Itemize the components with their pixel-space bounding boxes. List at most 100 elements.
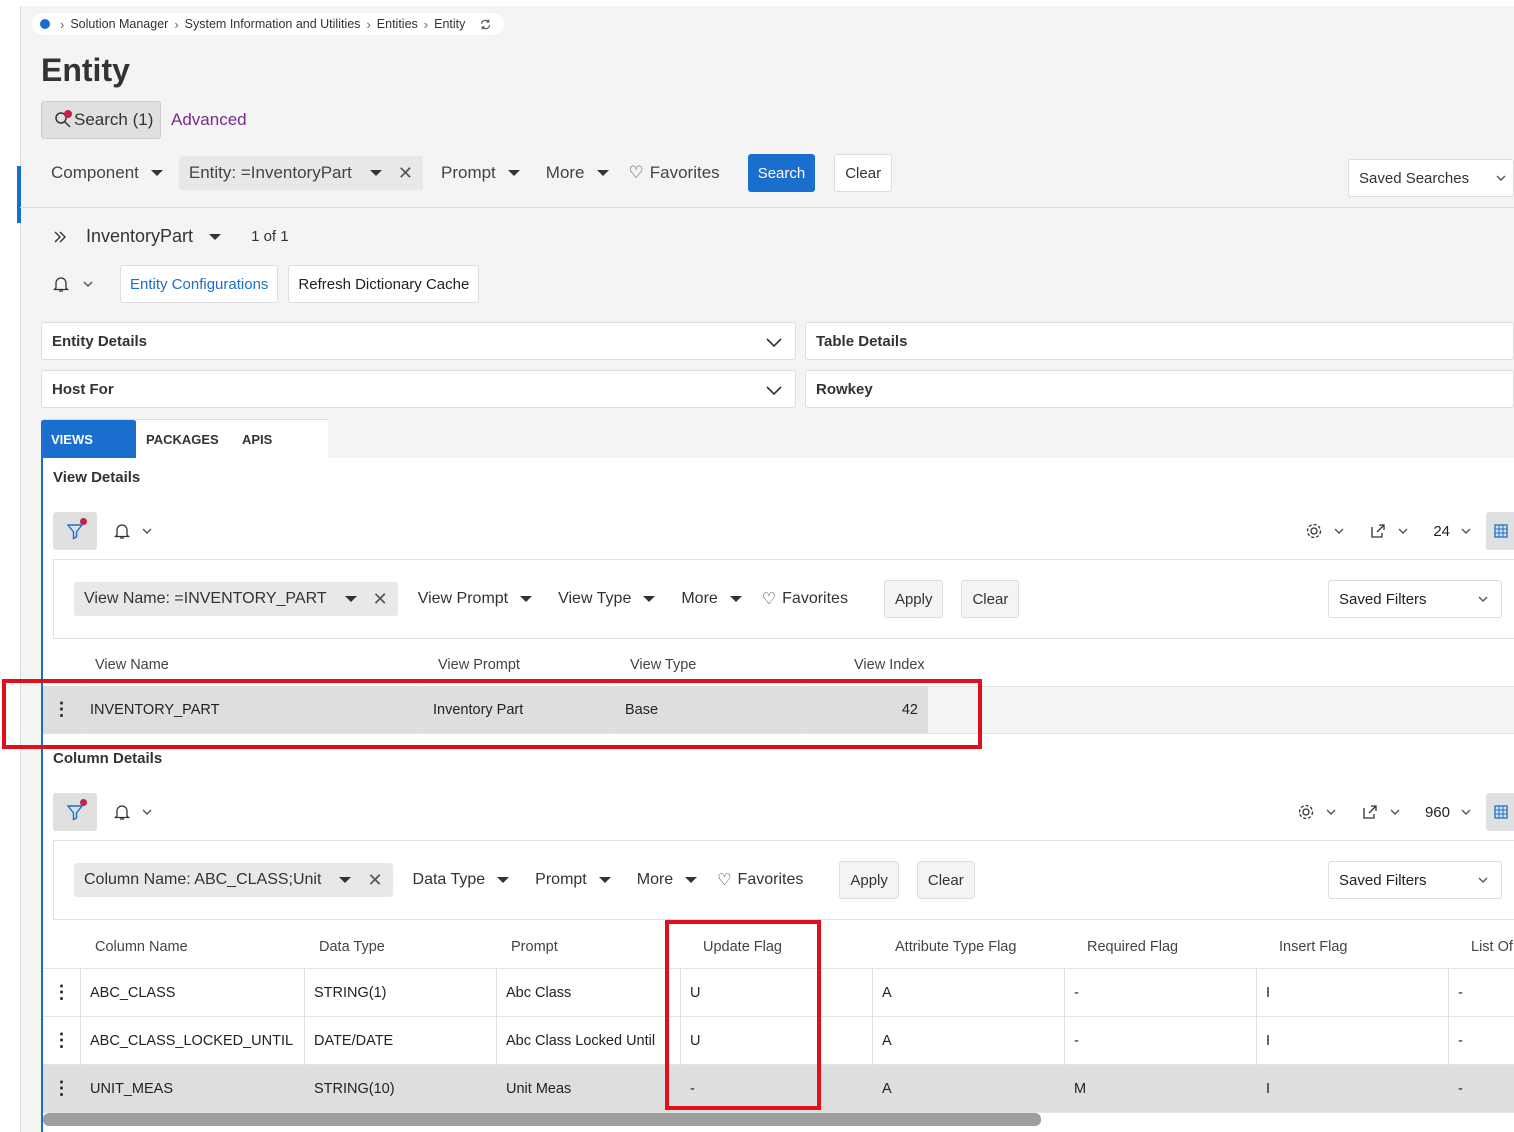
page-size-select[interactable]: 960 xyxy=(1425,804,1472,821)
settings-menu[interactable] xyxy=(1305,522,1345,540)
active-filter-badge xyxy=(64,110,72,118)
tab-bar: VIEWS PACKAGES APIS xyxy=(41,419,328,459)
close-icon[interactable]: ✕ xyxy=(373,589,388,610)
export-menu[interactable] xyxy=(1361,803,1401,821)
view-favorites-label: Favorites xyxy=(782,590,848,607)
refresh-icon[interactable] xyxy=(479,18,492,31)
row-menu-icon[interactable]: ⋮ xyxy=(43,1016,81,1065)
cell-prompt: Unit Meas xyxy=(497,1064,681,1113)
host-for-group[interactable]: Host For xyxy=(41,370,796,408)
more-filter[interactable]: More xyxy=(536,156,619,190)
saved-searches-select[interactable]: Saved Searches xyxy=(1348,159,1514,197)
entity-filter-chip[interactable]: Entity: =InventoryPart ✕ xyxy=(178,156,423,190)
advanced-tab[interactable]: Advanced xyxy=(171,110,247,130)
col-insert-flag[interactable]: Insert Flag xyxy=(1273,939,1465,955)
prompt-filter[interactable]: Prompt xyxy=(431,156,530,190)
search-tab[interactable]: Search (1) xyxy=(41,101,161,139)
column-clear-button[interactable]: Clear xyxy=(916,861,975,899)
caret-down-icon[interactable] xyxy=(209,233,222,240)
column-saved-filters-select[interactable]: Saved Filters xyxy=(1328,861,1502,899)
home-dot-icon[interactable] xyxy=(40,19,50,29)
bell-icon xyxy=(52,275,70,293)
data-type-filter[interactable]: Data Type xyxy=(403,863,520,897)
column-name-filter-chip[interactable]: Column Name: ABC_CLASS;Unit ✕ xyxy=(74,863,393,897)
tab-views[interactable]: VIEWS xyxy=(41,419,136,459)
col-view-prompt[interactable]: View Prompt xyxy=(432,657,624,673)
view-prompt-filter[interactable]: View Prompt xyxy=(408,582,542,616)
export-menu[interactable] xyxy=(1369,522,1409,540)
chevron-down-icon xyxy=(82,278,94,290)
view-details-title: View Details xyxy=(53,469,141,486)
view-favorites[interactable]: ♡ Favorites xyxy=(752,582,858,616)
col-view-type[interactable]: View Type xyxy=(624,657,848,673)
breadcrumb-system-info[interactable]: System Information and Utilities xyxy=(185,17,361,31)
column-apply-button[interactable]: Apply xyxy=(839,861,899,899)
view-type-filter[interactable]: View Type xyxy=(548,582,665,616)
view-saved-filters-select[interactable]: Saved Filters xyxy=(1328,580,1502,618)
breadcrumb-solution-manager[interactable]: Solution Manager xyxy=(70,17,168,31)
notification-menu[interactable] xyxy=(52,275,110,293)
caret-down-icon xyxy=(598,877,611,883)
refresh-dictionary-cache-button[interactable]: Refresh Dictionary Cache xyxy=(288,265,480,303)
table-details-group[interactable]: Table Details xyxy=(805,322,1514,360)
header-spacer xyxy=(43,657,89,673)
view-notification-menu[interactable] xyxy=(113,522,153,540)
view-name-filter-chip[interactable]: View Name: =INVENTORY_PART ✕ xyxy=(74,582,398,616)
cell-column-name: ABC_CLASS xyxy=(81,968,305,1017)
caret-down-icon xyxy=(520,596,533,602)
filter-toggle-button[interactable] xyxy=(53,512,97,550)
settings-menu[interactable] xyxy=(1297,803,1337,821)
col-column-name[interactable]: Column Name xyxy=(89,939,313,955)
close-icon[interactable]: ✕ xyxy=(398,163,413,184)
record-count: 1 of 1 xyxy=(251,228,289,245)
cell-attribute-type-flag: A xyxy=(873,1064,1065,1113)
col-view-index[interactable]: View Index xyxy=(848,657,968,673)
chevron-down-icon xyxy=(765,381,783,399)
breadcrumb-entities[interactable]: Entities xyxy=(377,17,418,31)
entity-details-group[interactable]: Entity Details xyxy=(41,322,796,360)
column-prompt-filter[interactable]: Prompt xyxy=(525,863,621,897)
search-button[interactable]: Search xyxy=(747,154,816,192)
horizontal-scrollbar[interactable] xyxy=(43,1113,1041,1126)
filter-toggle-button[interactable] xyxy=(53,793,97,831)
entity-configurations-button[interactable]: Entity Configurations xyxy=(120,265,279,303)
col-data-type[interactable]: Data Type xyxy=(313,939,505,955)
close-icon[interactable]: ✕ xyxy=(367,870,382,891)
col-required-flag[interactable]: Required Flag xyxy=(1081,939,1273,955)
record-actions: Entity Configurations Refresh Dictionary… xyxy=(52,265,480,303)
data-type-filter-label: Data Type xyxy=(412,871,486,888)
col-attribute-type-flag[interactable]: Attribute Type Flag xyxy=(889,939,1081,955)
favorites-label: Favorites xyxy=(649,163,720,182)
highlight-update-flag-column xyxy=(665,920,821,1110)
double-chevron-right-icon[interactable] xyxy=(52,229,68,245)
page-size-select[interactable]: 24 xyxy=(1433,523,1472,540)
cell-required-flag: M xyxy=(1065,1064,1257,1113)
column-notification-menu[interactable] xyxy=(113,803,153,821)
cell-prompt: Abc Class Locked Until xyxy=(497,1016,681,1065)
cell-data-type: DATE/DATE xyxy=(305,1016,497,1065)
row-menu-icon[interactable]: ⋮ xyxy=(43,1064,81,1113)
column-favorites[interactable]: ♡ Favorites xyxy=(707,863,813,897)
col-list-of-values[interactable]: List Of V xyxy=(1465,939,1514,955)
column-details-toolbar: 960 xyxy=(53,793,1514,831)
view-filter-panel: View Name: =INVENTORY_PART ✕ View Prompt … xyxy=(53,559,1514,639)
tab-apis[interactable]: APIS xyxy=(232,419,328,459)
view-apply-button[interactable]: Apply xyxy=(883,580,944,618)
view-clear-button[interactable]: Clear xyxy=(961,580,1020,618)
record-name[interactable]: InventoryPart xyxy=(86,226,193,247)
component-filter[interactable]: Component xyxy=(41,156,173,190)
table-view-button[interactable] xyxy=(1486,793,1514,831)
column-more-filter[interactable]: More xyxy=(627,863,707,897)
left-accent-bar xyxy=(17,166,21,223)
bell-icon xyxy=(113,524,131,539)
view-more-filter[interactable]: More xyxy=(671,582,751,616)
highlight-view-row xyxy=(2,679,982,749)
row-menu-icon[interactable]: ⋮ xyxy=(43,968,81,1017)
breadcrumb-entity: Entity xyxy=(434,17,466,31)
favorites-filter[interactable]: ♡ Favorites xyxy=(619,156,730,190)
tab-packages[interactable]: PACKAGES xyxy=(136,419,232,459)
col-view-name[interactable]: View Name xyxy=(89,657,432,673)
rowkey-group[interactable]: Rowkey xyxy=(805,370,1514,408)
table-view-button[interactable] xyxy=(1486,512,1514,550)
clear-button[interactable]: Clear xyxy=(834,154,893,192)
